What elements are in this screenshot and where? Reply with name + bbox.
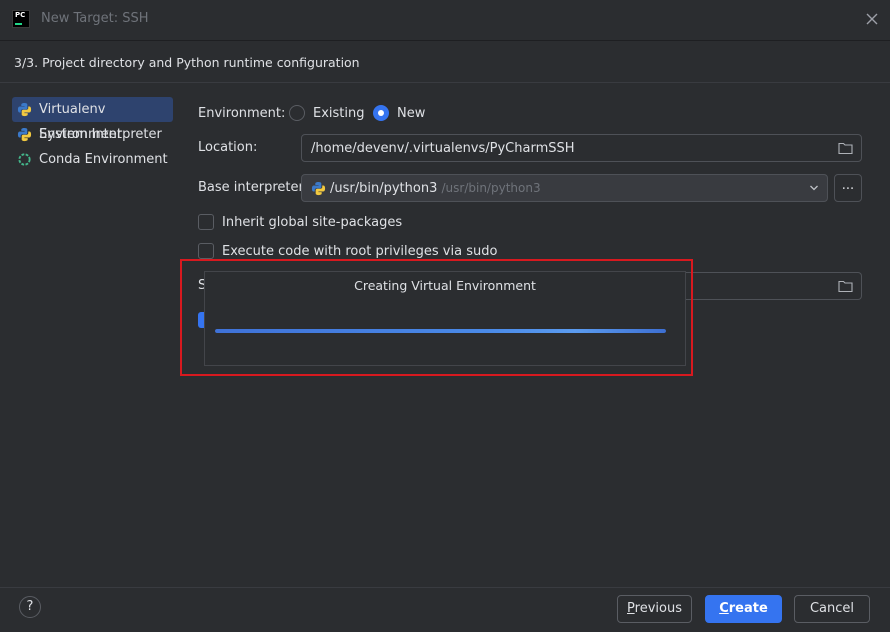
sidebar-item-system-interpreter[interactable]: System Interpreter: [12, 122, 182, 147]
sudo-label[interactable]: Execute code with root privileges via su…: [222, 244, 497, 259]
python-icon: [311, 181, 326, 196]
radio-new-label[interactable]: New: [397, 106, 425, 121]
sudo-checkbox[interactable]: [198, 243, 214, 259]
sidebar-item-label: System Interpreter: [39, 127, 162, 142]
create-button[interactable]: Create: [705, 595, 782, 623]
previous-button[interactable]: Previous: [617, 595, 692, 623]
environment-type-list: Virtualenv Environment System Interprete…: [12, 97, 182, 172]
environment-label: Environment:: [198, 106, 286, 121]
app-icon-text: PC: [15, 11, 26, 19]
inherit-label[interactable]: Inherit global site-packages: [222, 215, 402, 230]
create-mnemonic: C: [719, 601, 729, 616]
close-icon[interactable]: [862, 9, 882, 29]
folder-icon[interactable]: [838, 141, 853, 155]
obscured-path-field[interactable]: [684, 272, 862, 300]
base-interpreter-hint: /usr/bin/python3: [441, 181, 541, 195]
python-icon: [17, 102, 32, 117]
conda-icon: [18, 153, 31, 166]
cancel-button[interactable]: Cancel: [794, 595, 870, 623]
base-interpreter-value: /usr/bin/python3: [330, 181, 438, 196]
title-bar: PC New Target: SSH: [0, 0, 890, 41]
radio-existing[interactable]: [289, 105, 305, 121]
sidebar-item-virtualenv[interactable]: Virtualenv Environment: [12, 97, 173, 142]
step-header: 3/3. Project directory and Python runtim…: [0, 41, 890, 83]
window-title: New Target: SSH: [41, 11, 149, 26]
location-label: Location:: [198, 140, 258, 155]
previous-label: revious: [634, 601, 682, 616]
previous-mnemonic: P: [627, 601, 635, 616]
chevron-down-icon[interactable]: [809, 183, 819, 193]
help-button[interactable]: ?: [19, 596, 41, 618]
location-value: /home/devenv/.virtualenvs/PyCharmSSH: [311, 141, 575, 156]
highlight-box: [180, 259, 693, 376]
folder-icon[interactable]: [838, 279, 853, 293]
base-interpreter-label: Base interpreter:: [198, 180, 308, 195]
base-interpreter-combo[interactable]: /usr/bin/python3 /usr/bin/python3: [301, 174, 828, 202]
radio-existing-label[interactable]: Existing: [313, 106, 365, 121]
radio-new[interactable]: [373, 105, 389, 121]
python-icon: [17, 127, 32, 142]
create-label: reate: [728, 601, 768, 616]
browse-interpreter-button[interactable]: ...: [834, 174, 862, 202]
step-label: 3/3. Project directory and Python runtim…: [14, 55, 360, 70]
inherit-checkbox[interactable]: [198, 214, 214, 230]
sidebar-item-conda[interactable]: Conda Environment: [12, 147, 182, 172]
pycharm-logo-icon: PC: [12, 10, 30, 28]
location-field[interactable]: /home/devenv/.virtualenvs/PyCharmSSH: [301, 134, 862, 162]
sidebar-item-label: Conda Environment: [39, 152, 168, 167]
